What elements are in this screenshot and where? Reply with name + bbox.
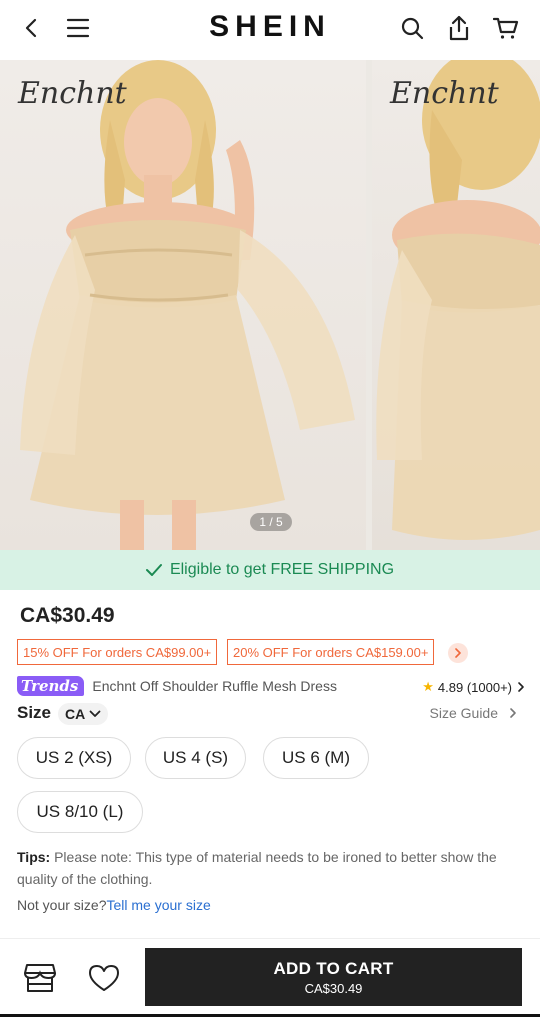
size-region-select[interactable]: CA [58,703,109,725]
cart-icon[interactable] [490,12,522,44]
menu-icon[interactable] [62,12,94,44]
coupon-20-off[interactable]: 20% OFF For orders CA$159.00+ [227,639,435,665]
size-region-value: CA [65,706,86,722]
product-title: Enchnt Off Shoulder Ruffle Mesh Dress [92,678,337,694]
top-header: SHEIN [0,0,540,56]
size-guide-label: Size Guide [429,705,498,721]
free-shipping-text: Eligible to get FREE SHIPPING [169,561,395,578]
star-icon: ★ [422,679,434,694]
free-shipping-banner: Eligible to get FREE SHIPPING [0,550,540,590]
add-to-cart-label: ADD TO CART [273,958,394,978]
product-photo-back[interactable]: Enchnt [372,60,540,550]
image-page-indicator: 1 / 5 [250,513,292,531]
product-image-gallery[interactable]: Enchnt Enchnt 1 / 5 [0,60,540,550]
material-tips: Tips: Please note: This type of material… [17,846,525,890]
size-option-s[interactable]: US 4 (S) [145,737,246,779]
dress-illustration-back [376,60,540,540]
search-icon[interactable] [396,12,428,44]
size-guide-link[interactable]: Size Guide [430,705,518,721]
brand-watermark: Enchnt [18,76,127,111]
not-your-size-prefix: Not your size? [17,897,107,913]
dress-illustration-front [20,60,355,550]
back-icon[interactable] [16,12,48,44]
size-option-m[interactable]: US 6 (M) [263,737,369,779]
size-label: Size [17,703,52,722]
size-option-l[interactable]: US 8/10 (L) [17,791,143,833]
product-price: CA$30.49 [20,604,115,627]
chevron-down-icon [89,710,101,717]
bottom-divider [0,938,540,939]
coupons-more-icon[interactable] [448,643,468,663]
tell-me-your-size-link[interactable]: Tell me your size [106,897,210,913]
tips-text: Please note: This type of material needs… [17,849,497,887]
rating-value: 4.89 (1000+) [437,679,512,695]
chevron-right-icon [518,682,524,692]
share-icon[interactable] [443,12,475,44]
product-rating[interactable]: ★ 4.89 (1000+) [422,679,526,695]
add-to-cart-button[interactable]: ADD TO CART CA$30.49 [145,948,522,1006]
chevron-right-icon [510,708,516,718]
brand-watermark-2: Enchnt [390,76,499,111]
size-option-xs[interactable]: US 2 (XS) [17,737,131,779]
trends-badge[interactable]: Trends [17,676,85,696]
checkmark-icon [145,564,162,576]
tips-label: Tips: [17,849,51,865]
coupon-15-off[interactable]: 15% OFF For orders CA$99.00+ [17,639,218,665]
product-photo-front[interactable]: Enchnt [0,60,366,550]
wishlist-heart-icon[interactable] [84,958,124,998]
store-icon[interactable] [20,958,60,998]
add-to-cart-price: CA$30.49 [304,980,363,996]
not-your-size: Not your size?Tell me your size [17,897,211,913]
